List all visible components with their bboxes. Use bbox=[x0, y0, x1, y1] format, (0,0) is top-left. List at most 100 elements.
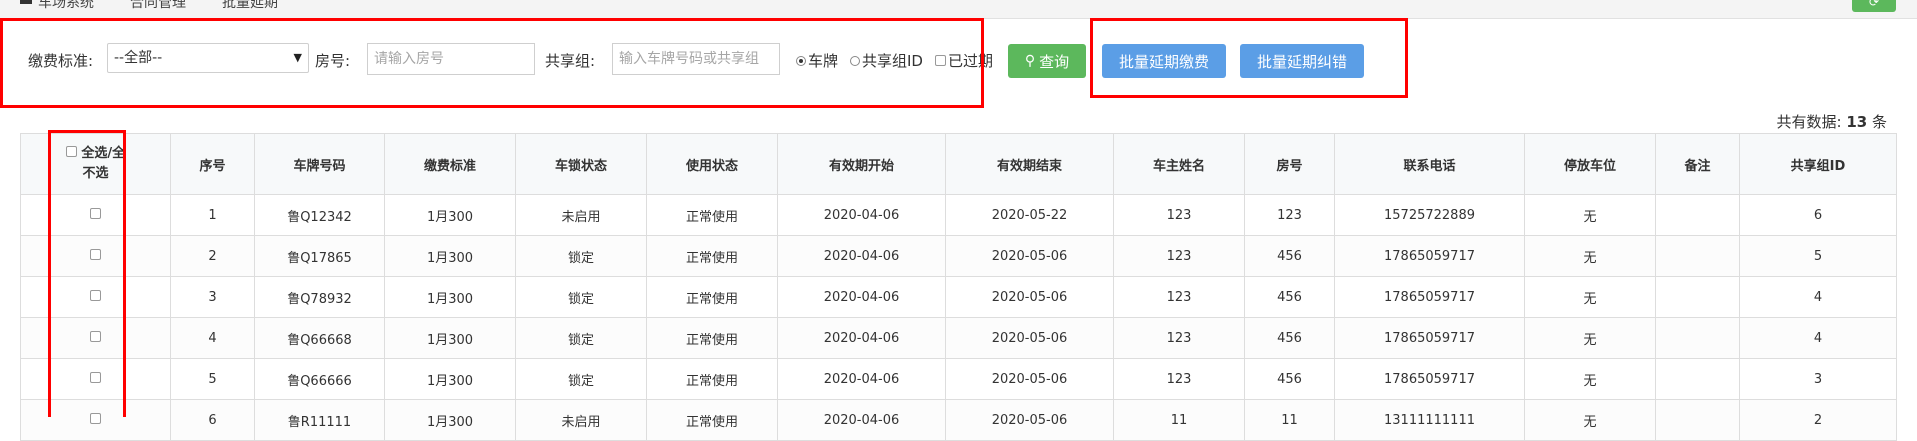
cell-valid-start: 2020-04-06 bbox=[777, 358, 946, 400]
expired-checkbox[interactable]: 已过期 bbox=[935, 50, 993, 71]
share-group-input[interactable] bbox=[612, 43, 780, 75]
cell-parking-spot: 无 bbox=[1524, 276, 1656, 318]
table-row[interactable]: 3 鲁Q78932 1月300 锁定 正常使用 2020-04-06 2020-05-06 1… bbox=[20, 276, 1897, 318]
radio-share-group-id[interactable]: 共享组ID bbox=[850, 50, 923, 71]
row-checkbox[interactable] bbox=[90, 412, 101, 424]
cell-fee-standard: 1月300 bbox=[384, 317, 516, 359]
room-label: 房号: bbox=[315, 52, 351, 70]
select-all-checkbox[interactable] bbox=[65, 146, 77, 157]
row-checkbox[interactable] bbox=[90, 248, 101, 260]
header-parking-spot: 停放车位 bbox=[1524, 133, 1656, 195]
cell-valid-start: 2020-04-06 bbox=[777, 317, 946, 359]
row-checkbox-cell[interactable] bbox=[20, 358, 171, 400]
row-checkbox[interactable] bbox=[90, 207, 101, 219]
table-row[interactable]: 4 鲁Q66668 1月300 锁定 正常使用 2020-04-06 2020-05-06 1… bbox=[20, 317, 1897, 359]
share-group-label: 共享组: bbox=[545, 52, 596, 70]
cell-share-group-id: 2 bbox=[1739, 399, 1897, 441]
row-checkbox[interactable] bbox=[90, 289, 101, 301]
cell-fee-standard: 1月300 bbox=[384, 399, 516, 441]
row-checkbox-cell[interactable] bbox=[20, 235, 171, 277]
cell-index: 6 bbox=[170, 399, 255, 441]
cell-remark bbox=[1655, 317, 1740, 359]
total-count-prefix: 共有数据: bbox=[1776, 113, 1842, 131]
cell-use-status: 正常使用 bbox=[646, 276, 778, 318]
table-row[interactable]: 6 鲁R11111 1月300 未启用 正常使用 2020-04-06 2020-05-06… bbox=[20, 399, 1897, 441]
cell-lock-status: 锁定 bbox=[515, 276, 647, 318]
row-checkbox-cell[interactable] bbox=[20, 399, 171, 441]
cell-lock-status: 未启用 bbox=[515, 194, 647, 236]
header-fee-standard: 缴费标准 bbox=[384, 133, 516, 195]
cell-valid-start: 2020-04-06 bbox=[777, 235, 946, 277]
refresh-button[interactable]: ⟳ bbox=[1852, 0, 1896, 12]
checkbox-icon[interactable] bbox=[935, 55, 946, 66]
cell-share-group-id: 4 bbox=[1739, 317, 1897, 359]
radio-share-group-id-label: 共享组ID bbox=[862, 52, 923, 70]
batch-extend-pay-button[interactable]: 批量延期缴费 bbox=[1102, 44, 1226, 78]
cell-parking-spot: 无 bbox=[1524, 235, 1656, 277]
table-row[interactable]: 2 鲁Q17865 1月300 锁定 正常使用 2020-04-06 2020-05-06 1… bbox=[20, 235, 1897, 277]
cell-phone: 17865059717 bbox=[1334, 235, 1525, 277]
room-input[interactable] bbox=[367, 43, 535, 75]
radio-selected-icon[interactable] bbox=[796, 55, 806, 66]
header-owner-name: 车主姓名 bbox=[1113, 133, 1245, 195]
cell-index: 1 bbox=[170, 194, 255, 236]
search-button-label: 查询 bbox=[1039, 52, 1070, 71]
cell-plate: 鲁Q66668 bbox=[254, 317, 385, 359]
tab-contract-management[interactable]: 合同管理 bbox=[130, 0, 186, 12]
select-all-label: 全选/全 bbox=[81, 146, 126, 161]
table-header-row: 全选/全 不选 序号 车牌号码 缴费标准 车锁状态 使用状态 有效期开始 有效期… bbox=[20, 133, 1897, 195]
header-lock-status: 车锁状态 bbox=[515, 133, 647, 195]
cell-remark bbox=[1655, 194, 1740, 236]
batch-extend-fix-button[interactable]: 批量延期纠错 bbox=[1240, 44, 1364, 78]
select-all-label-line2: 不选 bbox=[82, 166, 109, 181]
row-checkbox-cell[interactable] bbox=[20, 276, 171, 318]
cell-valid-end: 2020-05-06 bbox=[945, 276, 1114, 318]
cell-plate: 鲁Q78932 bbox=[254, 276, 385, 318]
cell-index: 2 bbox=[170, 235, 255, 277]
row-checkbox[interactable] bbox=[90, 330, 101, 342]
cell-room: 123 bbox=[1244, 194, 1335, 236]
cell-room: 456 bbox=[1244, 235, 1335, 277]
cell-fee-standard: 1月300 bbox=[384, 235, 516, 277]
cell-phone: 17865059717 bbox=[1334, 358, 1525, 400]
row-checkbox-cell[interactable] bbox=[20, 194, 171, 236]
cell-share-group-id: 4 bbox=[1739, 276, 1897, 318]
home-icon bbox=[20, 0, 32, 4]
radio-unselected-icon[interactable] bbox=[850, 55, 860, 66]
caret-down-icon: ▼ bbox=[293, 51, 302, 64]
cell-valid-end: 2020-05-06 bbox=[945, 399, 1114, 441]
table-row[interactable]: 1 鲁Q12342 1月300 未启用 正常使用 2020-04-06 2020-05-22… bbox=[20, 194, 1897, 236]
tab-batch-extend[interactable]: 批量延期 bbox=[222, 0, 278, 12]
table-row[interactable]: 5 鲁Q66666 1月300 锁定 正常使用 2020-04-06 2020-05-06 1… bbox=[20, 358, 1897, 400]
cell-index: 3 bbox=[170, 276, 255, 318]
cell-parking-spot: 无 bbox=[1524, 194, 1656, 236]
total-count: 共有数据: 13 条 bbox=[1776, 111, 1887, 132]
cell-remark bbox=[1655, 276, 1740, 318]
search-button[interactable]: ⚲ 查询 bbox=[1008, 44, 1086, 78]
cell-fee-standard: 1月300 bbox=[384, 358, 516, 400]
fee-standard-select[interactable]: --全部-- ▼ bbox=[107, 43, 309, 73]
row-checkbox-cell[interactable] bbox=[20, 317, 171, 359]
cell-index: 5 bbox=[170, 358, 255, 400]
cell-valid-start: 2020-04-06 bbox=[777, 399, 946, 441]
cell-fee-standard: 1月300 bbox=[384, 194, 516, 236]
cell-owner-name: 123 bbox=[1113, 358, 1245, 400]
tab-parking-system[interactable]: 车场系统 bbox=[38, 0, 94, 12]
header-room: 房号 bbox=[1244, 133, 1335, 195]
header-valid-start: 有效期开始 bbox=[777, 133, 946, 195]
select-all-header[interactable]: 全选/全 不选 bbox=[20, 133, 171, 195]
cell-valid-end: 2020-05-06 bbox=[945, 317, 1114, 359]
cell-plate: 鲁Q12342 bbox=[254, 194, 385, 236]
radio-plate[interactable]: 车牌 bbox=[796, 50, 838, 71]
cell-use-status: 正常使用 bbox=[646, 358, 778, 400]
cell-owner-name: 11 bbox=[1113, 399, 1245, 441]
row-checkbox[interactable] bbox=[90, 371, 101, 383]
cell-use-status: 正常使用 bbox=[646, 317, 778, 359]
cell-share-group-id: 3 bbox=[1739, 358, 1897, 400]
batch-extend-fix-label: 批量延期纠错 bbox=[1256, 52, 1347, 71]
vehicle-table-wrap: 全选/全 不选 序号 车牌号码 缴费标准 车锁状态 使用状态 有效期开始 有效期… bbox=[20, 133, 1897, 441]
cell-owner-name: 123 bbox=[1113, 235, 1245, 277]
cell-parking-spot: 无 bbox=[1524, 317, 1656, 359]
header-use-status: 使用状态 bbox=[646, 133, 778, 195]
header-plate: 车牌号码 bbox=[254, 133, 385, 195]
